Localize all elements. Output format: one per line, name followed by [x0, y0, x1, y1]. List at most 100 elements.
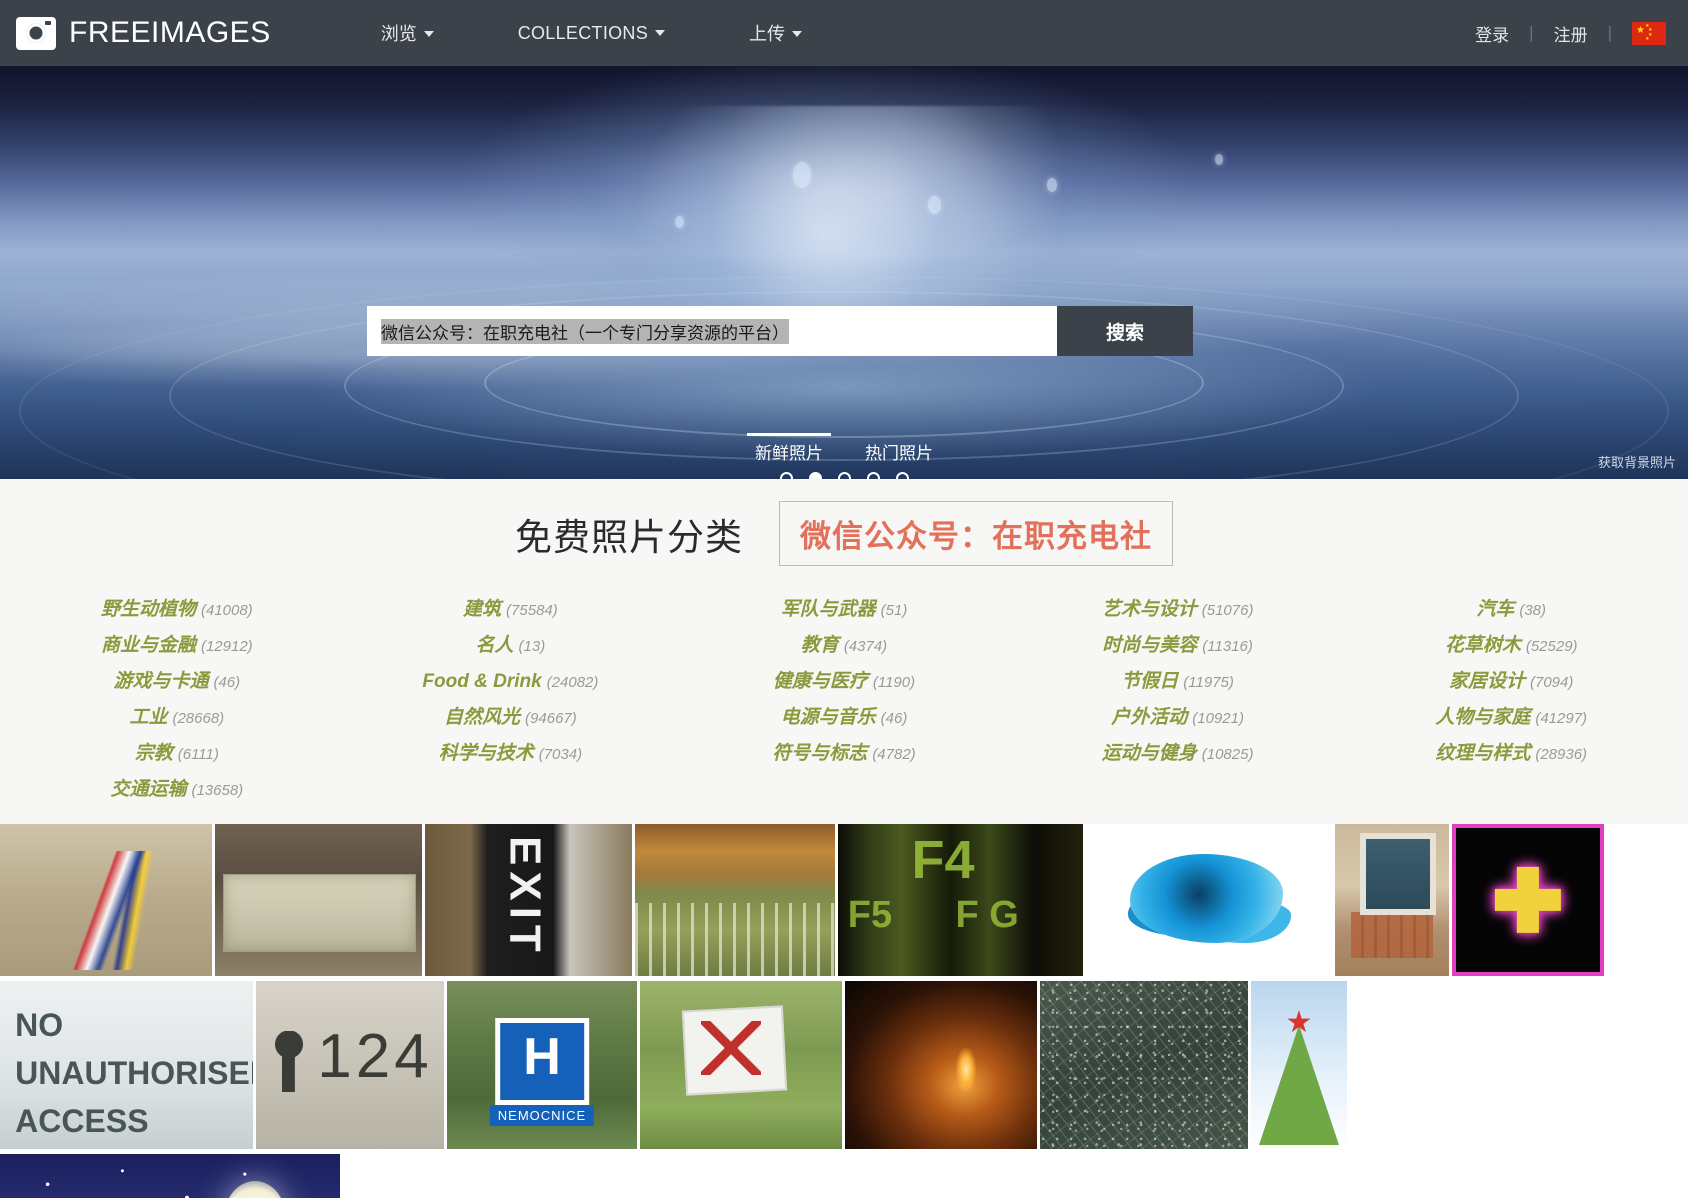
main-nav: 浏览 COLLECTIONS 上传: [339, 20, 844, 46]
category-column-4: 艺术与设计(51076)时尚与美容(11316)节假日(11975)户外活动(1…: [1011, 592, 1345, 808]
thumbnail-pictogram-124[interactable]: [256, 981, 444, 1149]
category-count: (51): [881, 602, 908, 619]
category-label: 健康与医疗: [773, 671, 868, 692]
nav-item-upload[interactable]: 上传: [707, 20, 844, 46]
category-link[interactable]: 家居设计 (7094): [1449, 664, 1573, 700]
category-count: (94667): [525, 710, 577, 727]
category-label: 野生动植物: [101, 599, 196, 620]
thumbnail-gallery: [0, 824, 1688, 1198]
category-label: 运动与健身: [1102, 743, 1197, 764]
category-link[interactable]: 运动与健身 (10825): [1102, 736, 1254, 772]
site-header: FREEIMAGES 浏览 COLLECTIONS 上传 登录 | 注册 | ★…: [0, 0, 1688, 66]
register-link[interactable]: 注册: [1534, 21, 1608, 46]
category-label: 军队与武器: [781, 599, 876, 620]
category-link[interactable]: 节假日 (11975): [1121, 664, 1234, 700]
thumbnail-blue-ink-splat[interactable]: [1086, 824, 1332, 976]
tab-popular-photos[interactable]: 热门照片: [865, 439, 933, 476]
category-count: (10825): [1202, 746, 1254, 763]
category-link[interactable]: 名人(13): [476, 628, 546, 664]
thumbnail-winter-night-snowman[interactable]: [0, 1154, 340, 1198]
watermark-badge: 微信公众号：在职充电社: [779, 501, 1173, 566]
thumbnail-no-unauthorised-access-sign[interactable]: [0, 981, 253, 1149]
category-count: (1190): [873, 674, 915, 691]
category-link[interactable]: 电源与音乐(46): [781, 700, 908, 736]
category-count: (52529): [1526, 638, 1578, 655]
category-link[interactable]: 商业与金融(12912): [101, 628, 253, 664]
category-label: 节假日: [1121, 671, 1178, 692]
category-link[interactable]: 自然风光(94667): [444, 700, 577, 736]
tab-fresh-photos[interactable]: 新鲜照片: [755, 439, 823, 476]
category-link[interactable]: 艺术与设计(51076): [1102, 592, 1254, 628]
category-count: (11975): [1183, 674, 1234, 691]
category-link[interactable]: 户外活动(10921): [1111, 700, 1244, 736]
thumbnail-hospital-sign-nemocnice[interactable]: [447, 981, 637, 1149]
thumbnail-neon-cross-graphic[interactable]: [1452, 824, 1604, 976]
hero-banner: 搜索 新鲜照片 热门照片 获取背景照片: [0, 66, 1688, 479]
category-link[interactable]: 健康与医疗 (1190): [773, 664, 915, 700]
category-columns: 野生动植物 (41008) 商业与金融(12912)游戏与卡通(46)工业(2866…: [0, 592, 1688, 808]
camera-icon: [16, 17, 56, 50]
thumbnail-satellite-terrain[interactable]: [1040, 981, 1248, 1149]
thumbnail-industrial-cylinders[interactable]: [838, 824, 1083, 976]
category-label: Food & Drink: [422, 671, 541, 692]
nav-item-browse-label: 浏览: [381, 24, 417, 44]
search-button[interactable]: 搜索: [1057, 306, 1193, 356]
category-link[interactable]: 建筑(75584): [463, 592, 558, 628]
nav-item-upload-label: 上传: [749, 24, 785, 44]
category-count: (13658): [191, 782, 243, 799]
categories-section: 免费照片分类 微信公众号：在职充电社 野生动植物 (41008) 商业与金融(129…: [0, 479, 1688, 824]
category-count: (7094): [1530, 674, 1573, 691]
thumbnail-night-fire-lights[interactable]: [845, 981, 1037, 1149]
category-link[interactable]: 符号与标志(4782): [772, 736, 915, 772]
category-label: 家居设计: [1449, 671, 1525, 692]
login-link[interactable]: 登录: [1455, 21, 1529, 46]
thumbnail-autumn-cemetery[interactable]: [635, 824, 835, 976]
category-count: (24082): [547, 674, 599, 691]
category-count: (28936): [1535, 746, 1587, 763]
category-label: 人物与家庭: [1435, 707, 1530, 728]
thumbnail-old-window-balcony[interactable]: [1335, 824, 1449, 976]
category-link[interactable]: Food & Drink (24082): [422, 664, 598, 700]
category-count: (28668): [172, 710, 224, 727]
category-label: 纹理与样式: [1435, 743, 1530, 764]
categories-header: 免费照片分类 微信公众号：在职充电社: [0, 501, 1688, 566]
site-logo[interactable]: FREEIMAGES: [16, 16, 271, 50]
category-label: 户外活动: [1111, 707, 1187, 728]
category-link[interactable]: 汽车(38): [1476, 592, 1546, 628]
flag-star-large: ★: [1636, 26, 1645, 36]
thumbnail-christmas-tree-graphic[interactable]: [1251, 981, 1347, 1149]
category-link[interactable]: 游戏与卡通(46): [113, 664, 240, 700]
category-count: (41008): [201, 602, 253, 619]
category-link[interactable]: 纹理与样式 (28936): [1435, 736, 1587, 772]
category-label: 商业与金融: [101, 635, 196, 656]
thumbnail-exit-sign[interactable]: [425, 824, 632, 976]
thumbnail-one-dollar-bill[interactable]: [215, 824, 422, 976]
flag-star-4: ★: [1645, 37, 1649, 42]
nav-item-browse[interactable]: 浏览: [339, 20, 476, 46]
category-link[interactable]: 教育(4374): [801, 628, 887, 664]
category-link[interactable]: 花草树木 (52529): [1445, 628, 1578, 664]
category-link[interactable]: 交通运输(13658): [110, 772, 243, 808]
category-link[interactable]: 科学与技术 (7034): [439, 736, 582, 772]
category-count: (7034): [539, 746, 582, 763]
nav-item-collections[interactable]: COLLECTIONS: [476, 23, 707, 44]
category-label: 汽车: [1476, 599, 1514, 620]
category-link[interactable]: 人物与家庭(41297): [1435, 700, 1587, 736]
search-input[interactable]: [367, 306, 1057, 356]
category-link[interactable]: 工业(28668): [129, 700, 224, 736]
category-link[interactable]: 宗教(6111): [135, 736, 219, 772]
background-photo-link[interactable]: 获取背景照片: [1598, 452, 1676, 471]
category-link[interactable]: 时尚与美容(11316): [1102, 628, 1253, 664]
category-link[interactable]: 军队与武器 (51): [781, 592, 908, 628]
thumbnail-building-with-flags[interactable]: [0, 824, 212, 976]
category-count: (4782): [872, 746, 915, 763]
category-label: 教育: [801, 635, 839, 656]
china-flag-icon[interactable]: ★ ★ ★ ★ ★: [1632, 22, 1666, 45]
category-link[interactable]: 野生动植物 (41008): [101, 592, 253, 628]
category-label: 时尚与美容: [1102, 635, 1197, 656]
thumbnail-warning-sign-in-grass[interactable]: [640, 981, 842, 1149]
category-label: 花草树木: [1445, 635, 1521, 656]
category-label: 科学与技术: [439, 743, 534, 764]
category-label: 名人: [476, 635, 514, 656]
header-separator-2: |: [1608, 23, 1612, 43]
